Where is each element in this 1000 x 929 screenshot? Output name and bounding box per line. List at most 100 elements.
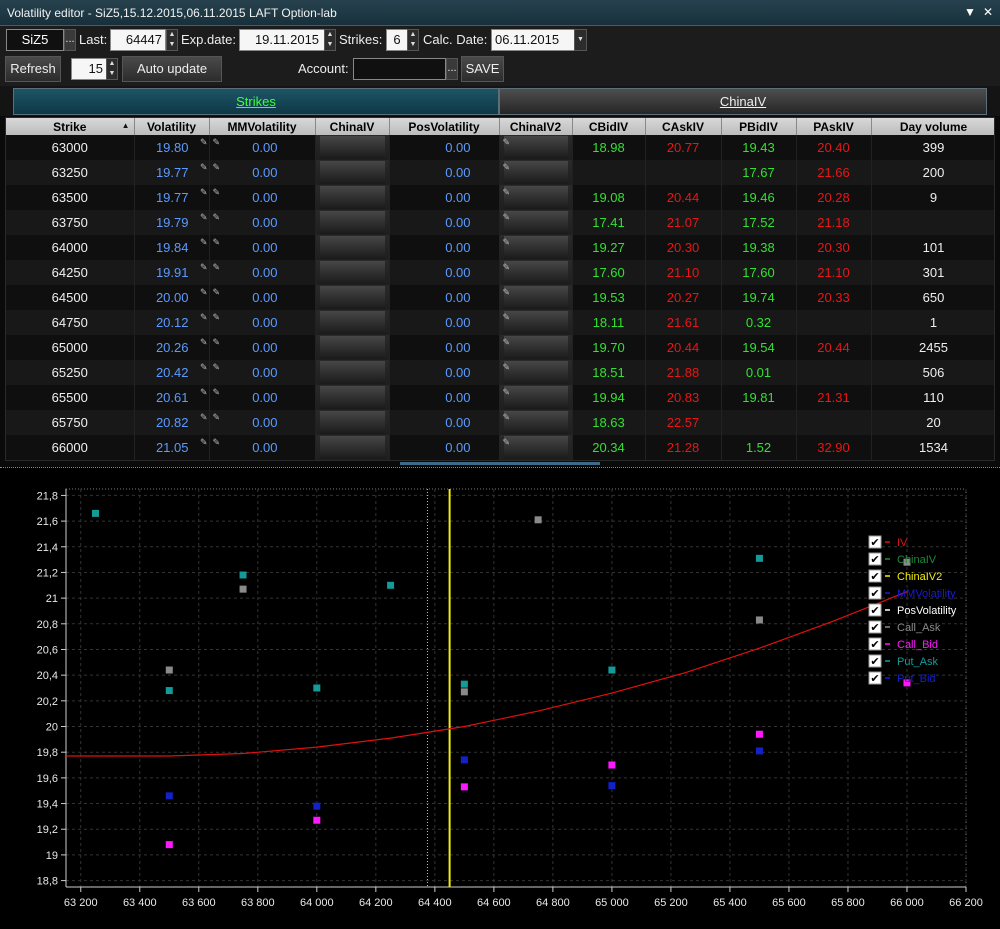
table-row[interactable]: 65250 20.42 ✎ 0.00 ✎ 0.00 ✎ 18.51 21.88 0.01 506 [6,360,994,385]
col-header-caskiv[interactable]: CAskIV [645,118,722,135]
last-spinner[interactable]: ▲ ▼ [166,29,178,51]
cell-mmvolatility[interactable]: 0.00 ✎ [209,360,316,385]
edit-pencil-icon[interactable]: ✎ [200,162,208,173]
col-header-strike[interactable]: Strike ▲ [6,118,135,135]
chinaiv-bar[interactable] [503,136,568,159]
col-header-cbidiv[interactable]: CBidIV [572,118,646,135]
cell-volatility[interactable]: 20.82 ✎ [134,410,210,435]
col-header-chinaiv[interactable]: ChinaIV [315,118,390,135]
chinaiv-bar[interactable] [503,186,568,209]
cell-posvolatility[interactable]: 0.00 [389,235,500,260]
col-header-pbidiv[interactable]: PBidIV [721,118,797,135]
table-row[interactable]: 63250 19.77 ✎ 0.00 ✎ 0.00 ✎ 17.67 21.66 200 [6,160,994,185]
cell-posvolatility[interactable]: 0.00 [389,435,500,460]
calc-date-field[interactable]: 06.11.2015 [491,29,575,51]
window-menu-icon[interactable]: ▼ [962,4,978,20]
edit-pencil-icon[interactable]: ✎ [503,412,511,423]
cell-posvolatility[interactable]: 0.00 [389,360,500,385]
cell-posvolatility[interactable]: 0.00 [389,160,500,185]
chinaiv-bar[interactable] [503,361,568,384]
col-header-day-volume[interactable]: Day volume [871,118,994,135]
cell-posvolatility[interactable]: 0.00 [389,410,500,435]
col-header-chinaiv2[interactable]: ChinaIV2 [499,118,573,135]
edit-pencil-icon[interactable]: ✎ [200,137,208,148]
cell-volatility[interactable]: 19.84 ✎ [134,235,210,260]
exp-date-spinner[interactable]: ▲ ▼ [324,29,336,51]
edit-pencil-icon[interactable]: ✎ [200,437,208,448]
chinaiv-bar[interactable] [503,211,568,234]
edit-pencil-icon[interactable]: ✎ [503,212,511,223]
cell-posvolatility[interactable]: 0.00 [389,260,500,285]
cell-posvolatility[interactable]: 0.00 [389,310,500,335]
calc-date-dropdown[interactable]: ▼ [574,29,587,51]
account-field[interactable] [353,58,446,80]
volatility-chart[interactable]: 18,8 19 19,2 19,4 19,6 19,8 20 20,2 20,4 20,6 20,8… [0,467,1000,929]
cell-posvolatility[interactable]: 0.00 [389,135,500,160]
chinaiv-bar[interactable] [503,286,568,309]
chinaiv-bar[interactable] [503,311,568,334]
edit-pencil-icon[interactable]: ✎ [213,412,221,423]
cell-posvolatility[interactable]: 0.00 [389,285,500,310]
edit-pencil-icon[interactable]: ✎ [503,337,511,348]
symbol-field[interactable]: SiZ5 [6,29,64,51]
edit-pencil-icon[interactable]: ✎ [503,437,511,448]
strikes-field[interactable]: 6 [386,29,408,51]
edit-pencil-icon[interactable]: ✎ [200,187,208,198]
edit-pencil-icon[interactable]: ✎ [503,312,511,323]
cell-posvolatility[interactable]: 0.00 [389,185,500,210]
chinaiv-bar[interactable] [503,411,568,434]
edit-pencil-icon[interactable]: ✎ [213,212,221,223]
edit-pencil-icon[interactable]: ✎ [200,387,208,398]
edit-pencil-icon[interactable]: ✎ [200,362,208,373]
col-header-volatility[interactable]: Volatility [134,118,210,135]
cell-mmvolatility[interactable]: 0.00 ✎ [209,260,316,285]
edit-pencil-icon[interactable]: ✎ [213,362,221,373]
cell-volatility[interactable]: 19.77 ✎ [134,185,210,210]
chinaiv-bar[interactable] [503,161,568,184]
cell-volatility[interactable]: 19.91 ✎ [134,260,210,285]
pane-splitter[interactable] [400,462,600,465]
cell-mmvolatility[interactable]: 0.00 ✎ [209,160,316,185]
exp-date-field[interactable]: 19.11.2015 [239,29,335,51]
edit-pencil-icon[interactable]: ✎ [213,312,221,323]
edit-pencil-icon[interactable]: ✎ [200,412,208,423]
edit-pencil-icon[interactable]: ✎ [213,387,221,398]
chinaiv-bar[interactable] [503,336,568,359]
table-row[interactable]: 63750 19.79 ✎ 0.00 ✎ 0.00 ✎ 17.41 21.07 17.52 21.1… [6,210,994,235]
table-row[interactable]: 64250 19.91 ✎ 0.00 ✎ 0.00 ✎ 17.60 21.10 17.60 21.1… [6,260,994,285]
edit-pencil-icon[interactable]: ✎ [503,287,511,298]
table-row[interactable]: 65750 20.82 ✎ 0.00 ✎ 0.00 ✎ 18.63 22.57 20 [6,410,994,435]
chinaiv-bar[interactable] [319,211,385,234]
chinaiv-bar[interactable] [319,386,385,409]
chinaiv-bar[interactable] [503,261,568,284]
chinaiv-bar[interactable] [319,136,385,159]
col-header-paskiv[interactable]: PAskIV [796,118,872,135]
chinaiv-bar[interactable] [503,236,568,259]
tab-chinaiv[interactable]: ChinaIV [499,88,987,115]
chinaiv-bar[interactable] [503,386,568,409]
edit-pencil-icon[interactable]: ✎ [200,312,208,323]
cell-mmvolatility[interactable]: 0.00 ✎ [209,185,316,210]
chinaiv-bar[interactable] [319,336,385,359]
cell-mmvolatility[interactable]: 0.00 ✎ [209,210,316,235]
chinaiv-bar[interactable] [319,311,385,334]
table-row[interactable]: 65000 20.26 ✎ 0.00 ✎ 0.00 ✎ 19.70 20.44 19.54 20.4… [6,335,994,360]
edit-pencil-icon[interactable]: ✎ [200,262,208,273]
chinaiv-bar[interactable] [319,261,385,284]
edit-pencil-icon[interactable]: ✎ [213,162,221,173]
strikes-spinner[interactable]: ▲ ▼ [407,29,419,51]
chinaiv-bar[interactable] [319,161,385,184]
table-row[interactable]: 66000 21.05 ✎ 0.00 ✎ 0.00 ✎ 20.34 21.28 1.52 32.90… [6,435,994,460]
edit-pencil-icon[interactable]: ✎ [213,337,221,348]
last-price-field[interactable]: 64447 [110,29,166,51]
save-button[interactable]: SAVE [461,56,504,82]
chinaiv-bar[interactable] [319,436,385,459]
edit-pencil-icon[interactable]: ✎ [503,187,511,198]
auto-update-button[interactable]: Auto update [122,56,222,82]
symbol-picker-button[interactable]: ... [64,29,76,51]
cell-mmvolatility[interactable]: 0.00 ✎ [209,410,316,435]
table-row[interactable]: 63000 19.80 ✎ 0.00 ✎ 0.00 ✎ 18.98 20.77 19.43 20.4… [6,135,994,160]
cell-mmvolatility[interactable]: 0.00 ✎ [209,435,316,460]
cell-volatility[interactable]: 20.12 ✎ [134,310,210,335]
close-icon[interactable]: ✕ [980,4,996,20]
